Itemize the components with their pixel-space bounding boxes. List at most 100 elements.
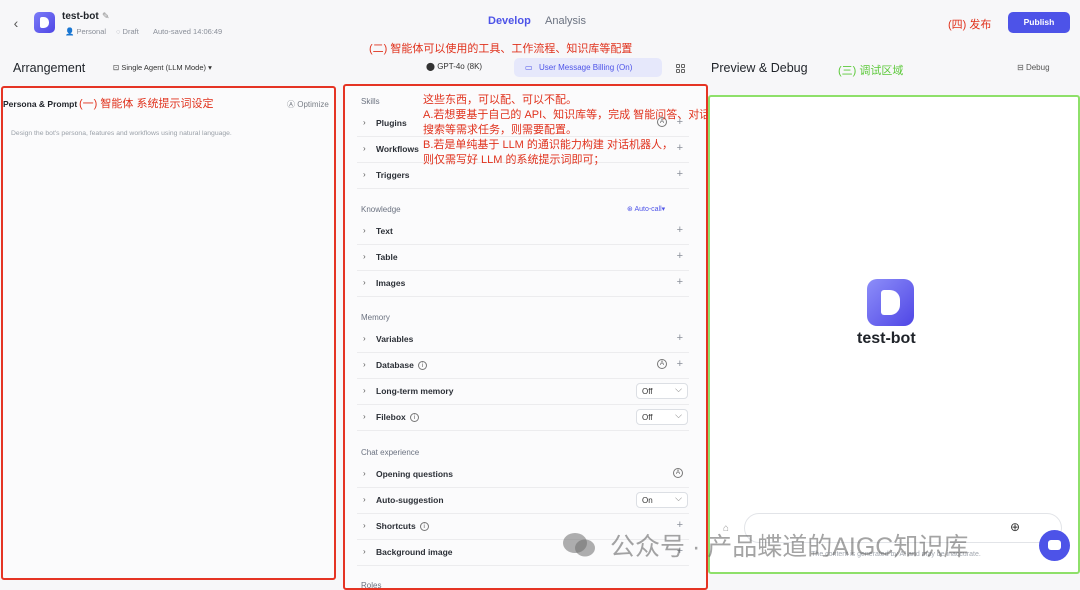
wechat-logo-icon (563, 533, 595, 557)
row-label: Background image (376, 547, 453, 557)
publish-button[interactable]: Publish (1008, 12, 1070, 33)
row-filebox[interactable]: › Filebox i Off (357, 405, 689, 431)
annotation-persona: (一) 智能体 系统提示词设定 (79, 98, 214, 110)
row-label: Triggers (376, 170, 410, 180)
row-label: Auto-suggestion (376, 495, 444, 505)
row-label-text: Shortcuts (376, 521, 416, 531)
bot-name: test-bot (62, 11, 99, 22)
add-icon[interactable]: + (677, 250, 683, 262)
info-icon[interactable]: i (409, 413, 419, 423)
auto-icon[interactable]: A (657, 359, 667, 369)
row-text[interactable]: › Text + (357, 219, 689, 245)
chevron-right-icon: › (363, 547, 366, 556)
row-long-term-memory[interactable]: › Long-term memory Off (357, 379, 689, 405)
filebox-select[interactable]: Off (636, 408, 688, 425)
autocall-label: Auto-call (634, 206, 662, 213)
back-chevron-icon[interactable]: ‹ (8, 14, 24, 32)
chevron-right-icon: › (363, 521, 366, 530)
optimize-button[interactable]: Ⓐ Optimize (287, 99, 329, 110)
row-label: Variables (376, 334, 414, 344)
annotation-tools: (二) 智能体可以使用的工具、工作流程、知识库等配置 (369, 43, 633, 55)
row-images[interactable]: › Images + (357, 271, 689, 297)
billing-toggle[interactable]: ▭ User Message Billing (On) (514, 58, 662, 77)
grid-icon[interactable] (676, 64, 685, 73)
chevron-right-icon: › (363, 386, 366, 395)
chevron-right-icon: › (363, 495, 366, 504)
arrangement-title: Arrangement (13, 61, 86, 75)
owner-text: Personal (76, 27, 107, 36)
row-label: Workflows (376, 144, 419, 154)
persona-placeholder[interactable]: Design the bot's persona, features and w… (11, 130, 232, 137)
preview-title: Preview & Debug (711, 61, 808, 75)
agent-mode-select[interactable]: ⊡ Single Agent (LLM Mode) ▾ (113, 63, 212, 72)
row-label: Database i (376, 360, 427, 371)
long-term-memory-select[interactable]: Off (636, 382, 688, 399)
autocall-select[interactable]: ⊛ Auto-call▾ (627, 205, 665, 213)
optimize-label: Optimize (297, 100, 329, 109)
add-icon[interactable]: + (677, 168, 683, 180)
add-attachment-icon[interactable]: ⊕ (1010, 520, 1020, 534)
auto-icon[interactable]: A (673, 468, 683, 478)
section-skills: Skills (361, 97, 380, 106)
add-icon[interactable]: + (677, 224, 683, 236)
status-text: Draft (122, 27, 139, 36)
annotation-debug: (三) 调试区域 (838, 65, 904, 77)
add-icon[interactable]: + (677, 276, 683, 288)
row-label: Shortcuts i (376, 521, 429, 532)
section-roles: Roles (361, 581, 382, 590)
chevron-right-icon: › (363, 360, 366, 369)
edit-icon[interactable]: ✎ (102, 11, 110, 22)
owner-label: 👤 Personal (65, 27, 107, 36)
row-label: Long-term memory (376, 386, 454, 396)
row-table[interactable]: › Table + (357, 245, 689, 271)
row-label: Images (376, 278, 406, 288)
app-window: ‹ test-bot ✎ 👤 Personal ◌ Draft Auto-sav… (0, 0, 1080, 590)
row-database[interactable]: › Database i A + (357, 353, 689, 379)
watermark-text: 公众号 · 产品蝶道的AIGC知识库 (610, 533, 969, 561)
row-variables[interactable]: › Variables + (357, 327, 689, 353)
model-label: GPT-4o (8K) (437, 62, 483, 71)
info-icon[interactable]: i (419, 522, 429, 532)
chevron-right-icon: › (363, 334, 366, 343)
model-select[interactable]: ⬤ GPT-4o (8K) (426, 62, 482, 71)
agent-mode-label: Single Agent (LLM Mode) (121, 63, 207, 72)
info-icon[interactable]: i (417, 361, 427, 371)
status-label: ◌ Draft (116, 27, 139, 36)
chevron-right-icon: › (363, 226, 366, 235)
support-chat-icon[interactable] (1039, 530, 1070, 561)
note-line-1: 这些东西，可以配、可以不配。 (423, 94, 577, 106)
persona-prompt-panel[interactable] (1, 86, 336, 580)
row-label: Table (376, 252, 398, 262)
note-line-3: 搜索等需求任务，则需要配置。 (423, 124, 577, 136)
row-label: Text (376, 226, 393, 236)
auto-suggestion-select[interactable]: On (636, 491, 688, 508)
section-chat-experience: Chat experience (361, 448, 420, 457)
add-icon[interactable]: + (677, 358, 683, 370)
annotation-publish: (四) 发布 (948, 19, 992, 31)
section-memory: Memory (361, 313, 390, 322)
row-label-text: Filebox (376, 412, 406, 422)
bot-logo (34, 12, 55, 33)
chevron-right-icon: › (363, 144, 366, 153)
row-label-text: Database (376, 360, 414, 370)
autosave-text: Auto-saved 14:06:49 (153, 27, 223, 36)
row-label: Filebox i (376, 412, 419, 423)
wallet-icon: ▭ (525, 63, 533, 72)
row-auto-suggestion[interactable]: › Auto-suggestion On (357, 488, 689, 514)
row-opening-questions[interactable]: › Opening questions A (357, 462, 689, 488)
tab-analysis[interactable]: Analysis (545, 15, 586, 27)
tab-develop[interactable]: Develop (488, 15, 531, 27)
add-icon[interactable]: + (677, 142, 683, 154)
chevron-right-icon: › (363, 252, 366, 261)
debug-button[interactable]: ⊟ Debug (1017, 63, 1050, 72)
add-icon[interactable]: + (677, 332, 683, 344)
chevron-right-icon: › (363, 118, 366, 127)
note-line-4: B.若是单纯基于 LLM 的通识能力构建 对话机器人， (423, 139, 673, 151)
chevron-right-icon: › (363, 170, 366, 179)
billing-label: User Message Billing (On) (539, 63, 633, 72)
row-label: Plugins (376, 118, 407, 128)
section-knowledge: Knowledge (361, 205, 401, 214)
note-line-5: 则仅需写好 LLM 的系统提示词即可； (423, 154, 605, 166)
bot-avatar (867, 279, 914, 326)
chevron-right-icon: › (363, 412, 366, 421)
